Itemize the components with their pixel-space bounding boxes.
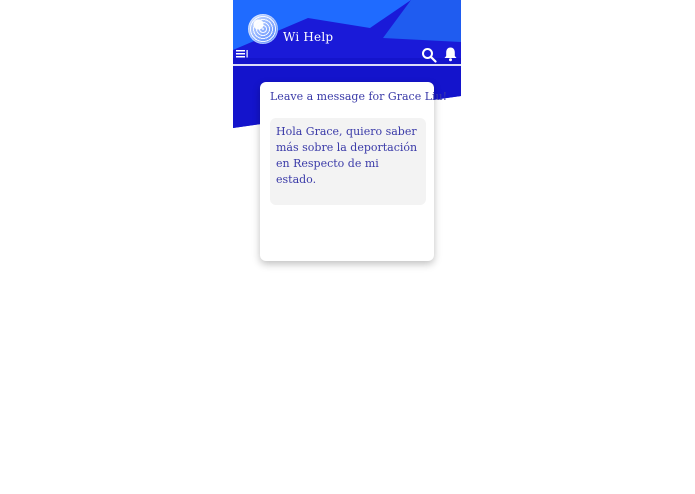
app-title: Wi Help bbox=[283, 30, 334, 44]
bell-icon[interactable] bbox=[443, 46, 458, 62]
menu-icon[interactable] bbox=[236, 48, 250, 60]
search-icon[interactable] bbox=[421, 47, 437, 63]
message-card-title: Leave a message for Grace Liu! bbox=[270, 90, 448, 103]
message-card: Leave a message for Grace Liu! Hola Grac… bbox=[260, 82, 448, 261]
message-text: Hola Grace, quiero saber más sobre la de… bbox=[276, 125, 418, 186]
header-divider bbox=[233, 64, 461, 66]
globe-logo bbox=[248, 14, 278, 44]
message-input[interactable]: Hola Grace, quiero saber más sobre la de… bbox=[270, 118, 426, 205]
app-screen: Wi Help Leave a message for Grace Liu! H… bbox=[233, 0, 461, 494]
